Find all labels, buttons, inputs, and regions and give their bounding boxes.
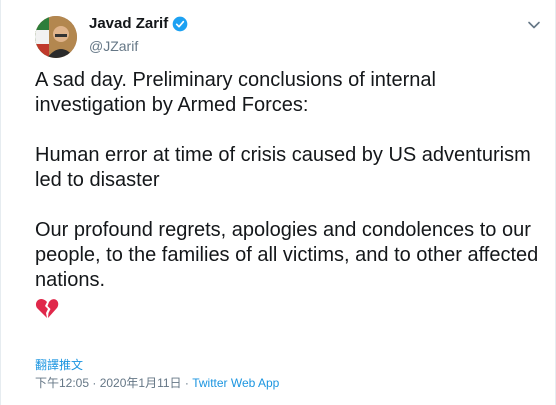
translate-tweet-link[interactable]: 翻譯推文 [35, 356, 83, 373]
tweet-paragraph: Our profound regrets, apologies and cond… [35, 219, 539, 291]
tweet-text: A sad day. Preliminary conclusions of in… [35, 68, 545, 319]
broken-heart-icon [35, 298, 59, 318]
meta-separator: · [89, 376, 100, 390]
tweet-paragraph: Human error at time of crisis caused by … [35, 144, 531, 191]
tweet-time[interactable]: 下午12:05 [35, 376, 89, 390]
tweet-card: Javad Zarif @JZarif A sad day. Prelimina… [0, 0, 556, 405]
avatar-image [35, 16, 77, 58]
tweet-date[interactable]: 2020年1月11日 [100, 376, 182, 390]
display-name[interactable]: Javad Zarif [89, 15, 168, 32]
meta-separator: · [181, 376, 193, 390]
verified-badge-icon [172, 16, 188, 31]
tweet-paragraph: A sad day. Preliminary conclusions of in… [35, 69, 436, 116]
avatar[interactable] [35, 16, 77, 58]
handle[interactable]: @JZarif [89, 38, 138, 54]
name-row: Javad Zarif [89, 15, 188, 32]
chevron-down-icon[interactable] [527, 18, 541, 32]
tweet-source-link[interactable]: Twitter Web App [192, 376, 279, 390]
tweet-meta: 下午12:05 · 2020年1月11日 · Twitter Web App [35, 374, 279, 391]
